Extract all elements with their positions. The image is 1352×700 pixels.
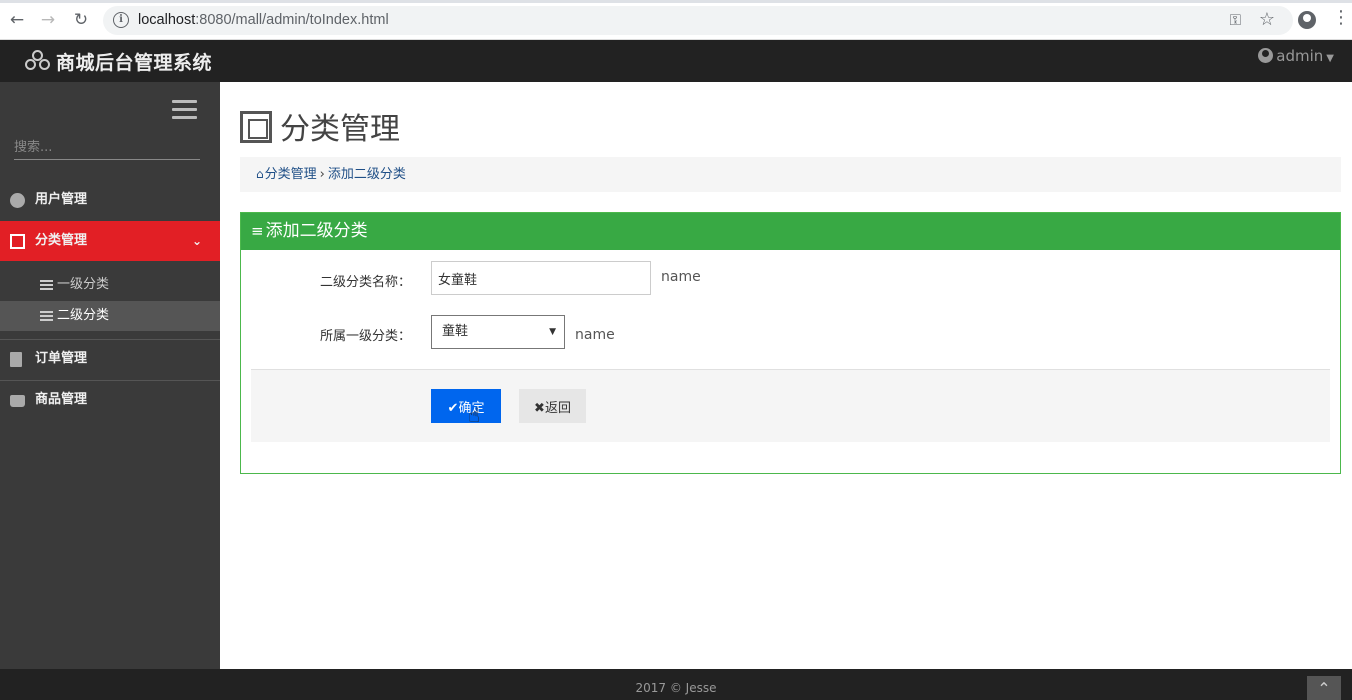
brand-title: 商城后台管理系统 bbox=[56, 52, 213, 74]
user-icon bbox=[10, 193, 25, 208]
sidebar-item-label: 订单管理 bbox=[35, 351, 88, 366]
user-menu[interactable]: admin ▼ bbox=[1258, 47, 1334, 65]
form-actions: ✔确定 ✖返回 bbox=[251, 369, 1330, 442]
profile-icon[interactable] bbox=[1298, 11, 1316, 29]
sidebar-item-categories[interactable]: 分类管理 ⌄ bbox=[0, 221, 220, 261]
frame-icon bbox=[10, 234, 25, 249]
address-bar[interactable]: i localhost:8080/mall/admin/toIndex.html… bbox=[103, 6, 1293, 35]
breadcrumb-separator: › bbox=[319, 167, 325, 182]
browser-toolbar: ← → ↻ i localhost:8080/mall/admin/toInde… bbox=[0, 0, 1352, 40]
frame-icon bbox=[240, 111, 272, 143]
key-icon[interactable]: ⚿ bbox=[1230, 11, 1241, 29]
footer: 2017 © Jesse bbox=[0, 669, 1352, 700]
back-arrow-icon[interactable]: ← bbox=[7, 10, 27, 30]
scroll-to-top-icon[interactable]: ⌃ bbox=[1307, 676, 1341, 700]
sidebar-item-label: 用户管理 bbox=[35, 192, 88, 207]
parent-category-label: 所属一级分类： bbox=[319, 329, 411, 344]
sidebar-subitem-level1[interactable]: 一级分类 bbox=[0, 270, 220, 300]
subcategory-name-label: 二级分类名称： bbox=[319, 275, 411, 290]
sidebar-subitem-level2[interactable]: 二级分类 bbox=[0, 301, 220, 331]
brand[interactable]: 商城后台管理系统 bbox=[24, 48, 212, 75]
user-name: admin bbox=[1276, 47, 1324, 65]
list-icon bbox=[40, 280, 53, 290]
info-icon[interactable]: i bbox=[113, 12, 129, 28]
select-value: 童鞋 bbox=[442, 324, 469, 339]
hand-cursor-icon: ☝ bbox=[468, 403, 481, 427]
back-button[interactable]: ✖返回 bbox=[519, 389, 586, 423]
forward-arrow-icon[interactable]: → bbox=[38, 10, 58, 30]
main-content: 分类管理 ⌂分类管理›添加二级分类 ≡添加二级分类 二级分类名称： name 所… bbox=[220, 82, 1352, 669]
footer-text: 2017 © Jesse bbox=[635, 681, 717, 695]
sidebar: 用户管理 分类管理 ⌄ 一级分类 二级分类 订单管理 商品管理 bbox=[0, 82, 220, 669]
caret-down-icon: ▼ bbox=[1326, 53, 1334, 64]
confirm-button[interactable]: ✔确定 bbox=[431, 389, 501, 423]
reload-icon[interactable]: ↻ bbox=[71, 10, 91, 30]
sidebar-item-label: 商品管理 bbox=[35, 392, 88, 407]
panel-title: 添加二级分类 bbox=[265, 221, 368, 241]
cubes-logo-icon bbox=[24, 50, 52, 72]
app-header: 商城后台管理系统 admin ▼ bbox=[0, 40, 1352, 82]
breadcrumb-current[interactable]: 添加二级分类 bbox=[328, 167, 406, 182]
sidebar-subitem-label: 二级分类 bbox=[57, 308, 110, 323]
breadcrumb: ⌂分类管理 › 添加二级分类 bbox=[240, 157, 1341, 192]
close-icon: ✖ bbox=[534, 400, 545, 416]
add-subcategory-panel: ≡添加二级分类 二级分类名称： name 所属一级分类： 童鞋 ▼ name ✔… bbox=[240, 212, 1341, 474]
subcategory-name-input[interactable] bbox=[431, 261, 651, 295]
tab-strip bbox=[0, 0, 1352, 3]
breadcrumb-home-link[interactable]: 分类管理 bbox=[265, 167, 317, 182]
document-icon bbox=[10, 352, 22, 367]
list-icon bbox=[40, 311, 53, 321]
sidebar-item-users[interactable]: 用户管理 bbox=[0, 180, 220, 220]
chevron-down-icon: ⌄ bbox=[191, 234, 202, 248]
sidebar-subitem-label: 一级分类 bbox=[57, 277, 110, 292]
bars-icon: ≡ bbox=[251, 222, 264, 240]
star-icon[interactable]: ☆ bbox=[1259, 9, 1275, 30]
hamburger-icon[interactable] bbox=[172, 100, 197, 124]
kebab-menu-icon[interactable]: ⋮ bbox=[1332, 9, 1350, 27]
sidebar-item-orders[interactable]: 订单管理 bbox=[0, 339, 220, 379]
panel-heading: ≡ 添加二级分类 bbox=[241, 213, 1340, 250]
parent-hint: name bbox=[575, 327, 615, 343]
parent-category-select[interactable]: 童鞋 ▼ bbox=[431, 315, 565, 349]
search-input[interactable] bbox=[14, 134, 200, 160]
home-icon[interactable]: ⌂ bbox=[256, 167, 264, 181]
sidebar-search bbox=[14, 134, 200, 160]
sidebar-item-label: 分类管理 bbox=[35, 233, 88, 248]
select-arrow-icon: ▼ bbox=[549, 327, 556, 337]
url-text[interactable]: localhost:8080/mall/admin/toIndex.html bbox=[138, 12, 389, 28]
user-circle-icon bbox=[1258, 48, 1274, 63]
name-hint: name bbox=[661, 269, 701, 285]
page-title: 分类管理 bbox=[240, 104, 400, 148]
check-icon: ✔ bbox=[447, 400, 459, 416]
shopping-bag-icon bbox=[10, 395, 25, 407]
sidebar-item-products[interactable]: 商品管理 bbox=[0, 380, 220, 420]
